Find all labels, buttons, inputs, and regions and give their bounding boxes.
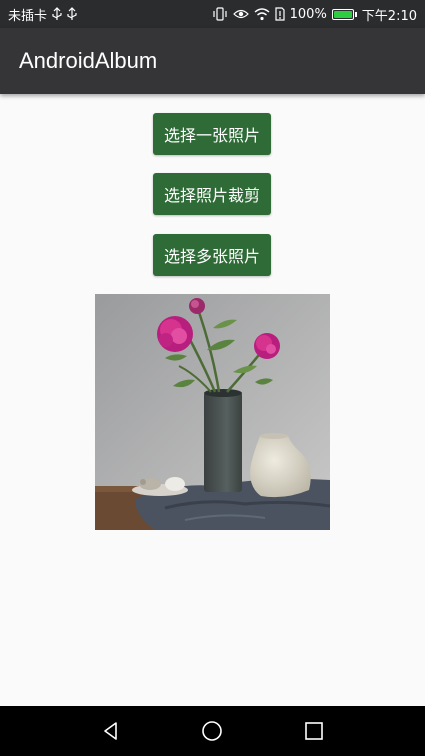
recents-icon: [305, 722, 323, 740]
status-bar: 未插卡 100% 下午2:10: [0, 0, 425, 28]
recents-button[interactable]: [294, 711, 334, 751]
home-icon: [202, 721, 223, 741]
battery-fill: [333, 10, 352, 18]
page-title: AndroidAlbum: [19, 48, 158, 73]
wifi-icon: [254, 8, 270, 21]
battery-icon: [331, 8, 357, 20]
status-left: 未插卡: [8, 5, 77, 24]
usb-icon: [67, 7, 77, 20]
clock: 下午2:10: [361, 8, 417, 24]
vibrate-icon: [213, 7, 227, 21]
navigation-bar: [0, 706, 425, 756]
back-icon: [104, 722, 117, 740]
back-button[interactable]: [91, 711, 131, 751]
carrier-text: 未插卡: [8, 8, 48, 24]
status-right: 100% 下午2:10: [212, 5, 417, 24]
app-toolbar: AndroidAlbum: [0, 28, 425, 94]
selected-photo-preview: [95, 294, 330, 530]
sim-icon: [275, 7, 285, 21]
home-button[interactable]: [192, 711, 232, 751]
select-one-photo-button[interactable]: 选择一张照片: [153, 113, 271, 155]
eye-icon: [232, 9, 249, 19]
usb-icon: [52, 7, 62, 20]
select-multiple-photos-button[interactable]: 选择多张照片: [153, 234, 271, 276]
select-crop-photo-button[interactable]: 选择照片裁剪: [153, 173, 271, 215]
battery-percent: 100%: [289, 6, 327, 22]
